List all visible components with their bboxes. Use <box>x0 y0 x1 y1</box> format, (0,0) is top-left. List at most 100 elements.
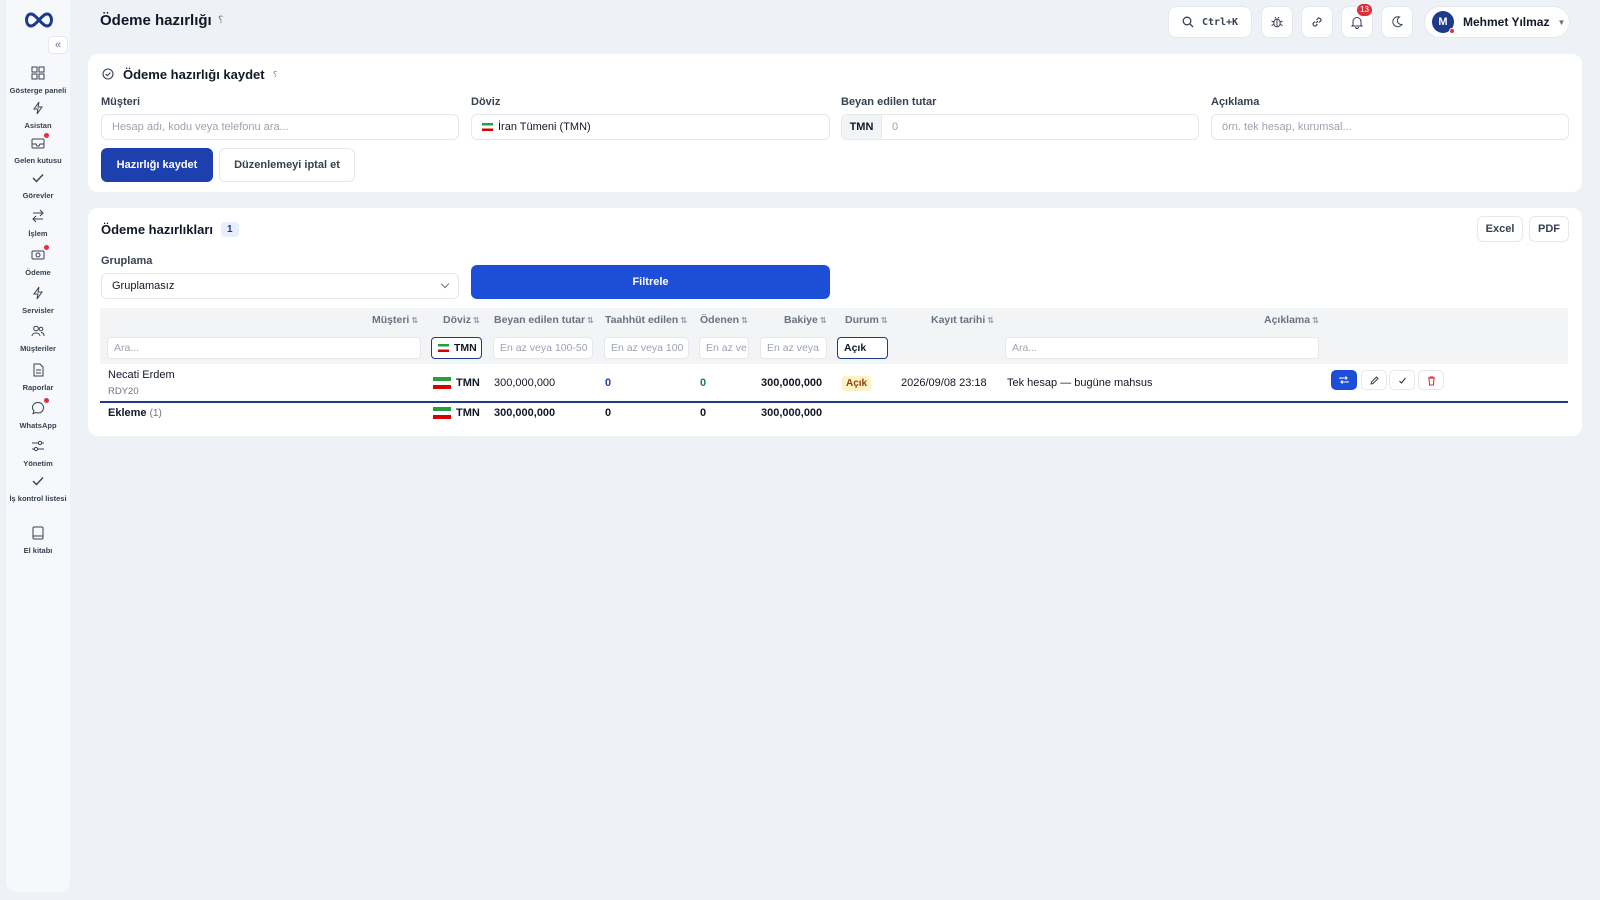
theme-toggle-button[interactable] <box>1381 6 1413 38</box>
balance-filter-input[interactable]: En az veya <box>760 337 827 359</box>
amount-input[interactable]: TMN 0 <box>841 114 1199 140</box>
row-balance: 300,000,000 <box>761 377 823 389</box>
sidebar-item-checklist[interactable]: İş kontrol listesi <box>6 474 70 504</box>
status-badge: Açık <box>842 376 872 391</box>
sidebar-item-label: Asistan <box>24 121 52 130</box>
sidebar-item-label: Raporlar <box>22 383 54 392</box>
column-header-date[interactable]: Kayıt tarihi ⇅ <box>931 314 994 326</box>
currency-label: Döviz <box>471 96 501 108</box>
currency-select[interactable]: İran Tümeni (TMN) <box>471 114 830 140</box>
export-excel-button[interactable]: Excel <box>1477 216 1523 242</box>
bug-icon <box>1271 16 1283 28</box>
help-icon[interactable]: ؟ <box>273 70 277 79</box>
notification-dot <box>44 133 49 138</box>
logo-icon[interactable] <box>22 10 56 30</box>
sidebar-item-reports[interactable]: Raporlar <box>6 363 70 393</box>
paid-filter-input[interactable]: En az ve <box>699 337 749 359</box>
user-menu-button[interactable]: M Mehmet Yılmaz ▼ <box>1424 6 1570 38</box>
note-filter-input[interactable]: Ara... <box>1005 337 1319 359</box>
status-dot <box>1449 28 1455 34</box>
sidebar-item-management[interactable]: Yönetim <box>6 439 70 469</box>
customer-label: Müşteri <box>101 96 141 108</box>
save-preparation-button[interactable]: Hazırlığı kaydet <box>101 148 213 182</box>
total-declared: 300,000,000 <box>494 407 556 419</box>
cancel-edit-button[interactable]: Düzenlemeyi iptal et <box>219 148 355 182</box>
row-customer-code: RDY20 <box>108 386 139 397</box>
currency-filter-chip[interactable]: TMN <box>431 337 482 359</box>
column-header-paid[interactable]: Ödenen ⇅ <box>700 314 748 326</box>
check-icon <box>1398 377 1406 384</box>
column-label: Kayıt tarihi <box>931 314 986 326</box>
chevron-down-icon <box>440 279 450 289</box>
total-count: (1) <box>149 408 162 419</box>
sidebar-item-handbook[interactable]: El kitabı <box>6 526 70 556</box>
chat-icon <box>31 401 45 415</box>
column-header-currency[interactable]: Döviz ⇅ <box>443 314 480 326</box>
edit-button[interactable] <box>1361 370 1387 390</box>
row-date: 2026/09/08 23:18 <box>901 377 987 389</box>
filter-button[interactable]: Filtrele <box>471 265 830 299</box>
total-label-text: Ekleme <box>108 407 147 419</box>
sidebar-item-assistant[interactable]: Asistan <box>6 101 70 131</box>
link-button[interactable] <box>1301 6 1333 38</box>
check-circle-icon <box>102 68 114 80</box>
debug-button[interactable] <box>1261 6 1293 38</box>
export-pdf-button[interactable]: PDF <box>1529 216 1569 242</box>
total-paid: 0 <box>700 407 707 419</box>
column-header-note[interactable]: Açıklama ⇅ <box>1264 314 1319 326</box>
delete-button[interactable] <box>1418 370 1444 390</box>
row-customer-name[interactable]: Necati Erdem <box>108 369 175 381</box>
dashboard-icon <box>31 66 45 80</box>
link-icon <box>1312 17 1322 27</box>
sidebar: « Gösterge paneli Asistan Gelen kutusu G… <box>6 0 70 892</box>
note-input[interactable]: örn. tek hesap, kurumsal... <box>1211 114 1569 140</box>
customer-filter-input[interactable]: Ara... <box>107 337 421 359</box>
row-declared: 300,000,000 <box>494 377 556 389</box>
table-header <box>100 308 1568 332</box>
inbox-icon <box>31 138 45 149</box>
cash-icon <box>31 250 45 260</box>
sidebar-item-services[interactable]: Servisler <box>6 286 70 316</box>
bolt-icon <box>33 101 43 115</box>
total-label: Ekleme (1) <box>108 407 162 419</box>
iran-flag-icon <box>482 123 493 131</box>
pencil-icon <box>1369 375 1379 385</box>
sidebar-item-label: İşlem <box>28 229 48 238</box>
confirm-button[interactable] <box>1389 370 1415 390</box>
column-label: Açıklama <box>1264 314 1311 326</box>
sort-icon: ⇅ <box>819 316 827 325</box>
repeat-icon <box>1339 376 1349 384</box>
iran-flag-icon <box>433 407 451 420</box>
double-chevron-left-icon: « <box>54 39 62 51</box>
column-header-committed[interactable]: Taahhüt edilen ⇅ <box>605 314 687 326</box>
column-label: Müşteri <box>372 314 410 326</box>
row-committed: 0 <box>605 377 612 389</box>
sidebar-item-whatsapp[interactable]: WhatsApp <box>6 398 70 431</box>
column-header-status[interactable]: Durum ⇅ <box>845 314 888 326</box>
sidebar-item-payment[interactable]: Ödeme <box>6 245 70 278</box>
sidebar-item-dashboard[interactable]: Gösterge paneli <box>6 66 70 96</box>
transfer-button[interactable] <box>1331 370 1357 390</box>
declared-filter-input[interactable]: En az veya 100-50 <box>493 337 593 359</box>
users-icon <box>31 325 45 337</box>
grouping-select[interactable]: Gruplamasız <box>101 273 459 299</box>
notifications-button[interactable]: 13 <box>1341 4 1373 38</box>
help-icon[interactable]: ؟ <box>218 15 223 26</box>
sidebar-item-inbox[interactable]: Gelen kutusu <box>6 133 70 166</box>
customer-search-input[interactable]: Hesap adı, kodu veya telefonu ara... <box>101 114 459 140</box>
column-header-balance[interactable]: Bakiye ⇅ <box>784 314 827 326</box>
search-button[interactable]: Ctrl+K <box>1168 6 1252 38</box>
row-paid: 0 <box>700 377 707 389</box>
collapse-sidebar-button[interactable]: « <box>48 36 68 54</box>
caret-down-icon: ▼ <box>1557 17 1566 27</box>
sidebar-item-customers[interactable]: Müşteriler <box>6 324 70 354</box>
report-icon <box>33 363 44 377</box>
column-header-customer[interactable]: Müşteri ⇅ <box>372 314 418 326</box>
column-header-declared[interactable]: Beyan edilen tutar ⇅ <box>494 314 594 326</box>
iran-flag-icon <box>433 377 451 390</box>
sort-icon: ⇅ <box>411 316 419 325</box>
status-filter-chip[interactable]: Açık <box>837 337 888 359</box>
sidebar-item-transaction[interactable]: İşlem <box>6 209 70 239</box>
sidebar-item-tasks[interactable]: Görevler <box>6 171 70 201</box>
committed-filter-input[interactable]: En az veya 100 <box>604 337 689 359</box>
